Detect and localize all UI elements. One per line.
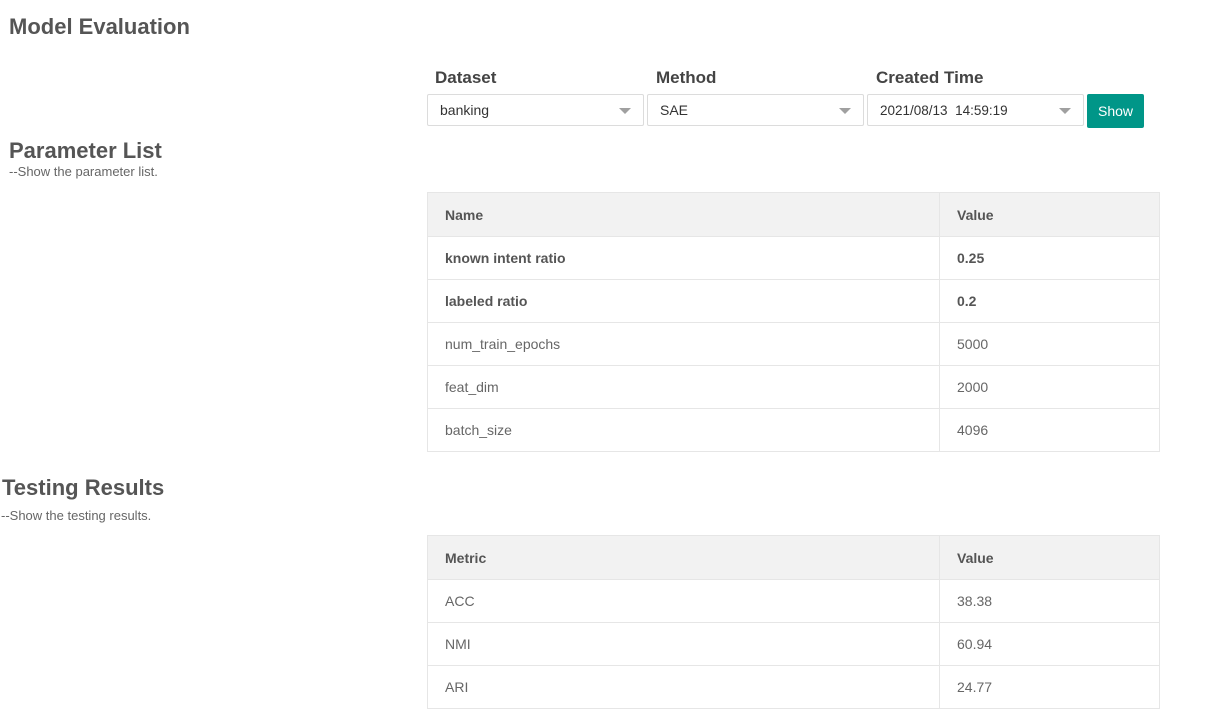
table-row: feat_dim 2000 <box>427 365 1160 409</box>
testing-results-subtitle: --Show the testing results. <box>1 508 152 523</box>
param-value-cell: 0.2 <box>939 279 1160 323</box>
param-name-cell: known intent ratio <box>427 236 940 280</box>
column-header-metric: Metric <box>427 535 940 580</box>
table-row: ACC 38.38 <box>427 579 1160 623</box>
show-button[interactable]: Show <box>1087 94 1144 128</box>
table-row: ARI 24.77 <box>427 665 1160 709</box>
param-name-cell: feat_dim <box>427 365 940 409</box>
table-row: batch_size 4096 <box>427 408 1160 452</box>
created-time-label: Created Time <box>876 68 984 87</box>
parameter-table: Name Value known intent ratio 0.25 label… <box>427 192 1160 452</box>
chevron-down-icon <box>1059 108 1071 114</box>
results-table: Metric Value ACC 38.38 NMI 60.94 ARI 24.… <box>427 535 1160 709</box>
param-value-cell: 4096 <box>939 408 1160 452</box>
method-select-value: SAE <box>660 102 689 118</box>
metric-name-cell: ARI <box>427 665 940 709</box>
metric-name-cell: NMI <box>427 622 940 666</box>
chevron-down-icon <box>619 108 631 114</box>
column-header-name: Name <box>427 192 940 237</box>
param-value-cell: 2000 <box>939 365 1160 409</box>
method-select[interactable]: SAE <box>647 94 864 126</box>
testing-results-title: Testing Results <box>2 475 165 500</box>
created-time-select-value: 2021/08/13 14:59:19 <box>880 103 1008 118</box>
method-label: Method <box>656 68 717 87</box>
table-header-row: Name Value <box>427 192 1160 237</box>
param-value-cell: 0.25 <box>939 236 1160 280</box>
page-title: Model Evaluation <box>9 14 190 39</box>
chevron-down-icon <box>839 108 851 114</box>
param-name-cell: labeled ratio <box>427 279 940 323</box>
table-row: num_train_epochs 5000 <box>427 322 1160 366</box>
created-time-select[interactable]: 2021/08/13 14:59:19 <box>867 94 1084 126</box>
parameter-list-subtitle: --Show the parameter list. <box>9 164 158 179</box>
metric-value-cell: 24.77 <box>939 665 1160 709</box>
table-row: labeled ratio 0.2 <box>427 279 1160 323</box>
metric-name-cell: ACC <box>427 579 940 623</box>
dataset-select-value: banking <box>440 102 490 118</box>
dataset-label: Dataset <box>435 68 497 87</box>
metric-value-cell: 38.38 <box>939 579 1160 623</box>
column-header-value: Value <box>939 192 1160 237</box>
table-row: NMI 60.94 <box>427 622 1160 666</box>
param-name-cell: num_train_epochs <box>427 322 940 366</box>
table-row: known intent ratio 0.25 <box>427 236 1160 280</box>
param-value-cell: 5000 <box>939 322 1160 366</box>
metric-value-cell: 60.94 <box>939 622 1160 666</box>
table-header-row: Metric Value <box>427 535 1160 580</box>
parameter-list-title: Parameter List <box>9 138 162 163</box>
column-header-value: Value <box>939 535 1160 580</box>
dataset-select[interactable]: banking <box>427 94 644 126</box>
param-name-cell: batch_size <box>427 408 940 452</box>
